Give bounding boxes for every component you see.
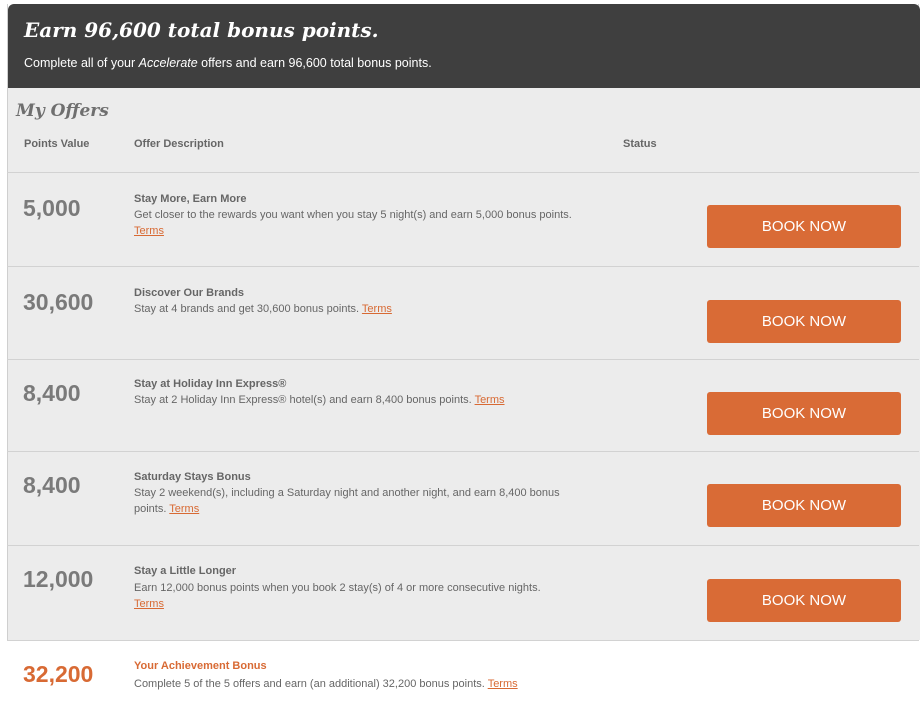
offer-title: Stay at Holiday Inn Express® xyxy=(134,378,287,390)
offer-points: 30,600 xyxy=(23,289,94,315)
achievement-title: Your Achievement Bonus xyxy=(134,660,267,672)
offer-description: Stay 2 weekend(s), including a Saturday … xyxy=(134,485,574,517)
book-now-button[interactable]: BOOK NOW xyxy=(707,484,901,527)
offer-row: 12,000 Stay a Little Longer Earn 12,000 … xyxy=(7,545,919,640)
offer-row: 30,600 Discover Our Brands Stay at 4 bra… xyxy=(7,266,919,360)
terms-link[interactable]: Terms xyxy=(169,503,199,515)
achievement-description-text: Complete 5 of the 5 offers and earn (an … xyxy=(134,678,485,690)
book-now-button[interactable]: BOOK NOW xyxy=(707,392,901,435)
offer-points: 12,000 xyxy=(23,566,94,592)
achievement-description: Complete 5 of the 5 offers and earn (an … xyxy=(134,676,634,692)
achievement-points: 32,200 xyxy=(23,661,94,687)
achievement-bonus-row: 32,200 Your Achievement Bonus Complete 5… xyxy=(7,640,919,716)
offer-row: 5,000 Stay More, Earn More Get closer to… xyxy=(7,172,919,267)
terms-link[interactable]: Terms xyxy=(134,225,164,237)
offer-description-text: Earn 12,000 bonus points when you book 2… xyxy=(134,582,541,594)
offer-description-text: Stay at 4 brands and get 30,600 bonus po… xyxy=(134,303,360,315)
offer-description-text: Get closer to the rewards you want when … xyxy=(134,209,572,221)
offer-title: Discover Our Brands xyxy=(134,287,245,299)
offer-description: Stay at 2 Holiday Inn Express® hotel(s) … xyxy=(134,392,574,408)
terms-link[interactable]: Terms xyxy=(488,678,518,690)
offer-points: 8,400 xyxy=(23,380,81,406)
book-now-button[interactable]: BOOK NOW xyxy=(707,205,901,248)
offer-description: Earn 12,000 bonus points when you book 2… xyxy=(134,580,554,612)
terms-link[interactable]: Terms xyxy=(134,598,164,610)
offer-description: Stay at 4 brands and get 30,600 bonus po… xyxy=(134,301,574,317)
offers-list: 5,000 Stay More, Earn More Get closer to… xyxy=(7,0,919,716)
offer-title: Stay More, Earn More xyxy=(134,193,247,205)
offer-title: Stay a Little Longer xyxy=(134,565,237,577)
book-now-button[interactable]: BOOK NOW xyxy=(707,300,901,343)
offer-points: 5,000 xyxy=(23,195,81,221)
offer-title: Saturday Stays Bonus xyxy=(134,471,251,483)
offer-points: 8,400 xyxy=(23,472,81,498)
offer-row: 8,400 Saturday Stays Bonus Stay 2 weeken… xyxy=(7,451,919,546)
book-now-button[interactable]: BOOK NOW xyxy=(707,579,901,622)
offer-description: Get closer to the rewards you want when … xyxy=(134,207,574,239)
offer-row: 8,400 Stay at Holiday Inn Express® Stay … xyxy=(7,359,919,452)
offer-description-text: Stay at 2 Holiday Inn Express® hotel(s) … xyxy=(134,394,472,406)
terms-link[interactable]: Terms xyxy=(475,394,505,406)
terms-link[interactable]: Terms xyxy=(362,303,392,315)
